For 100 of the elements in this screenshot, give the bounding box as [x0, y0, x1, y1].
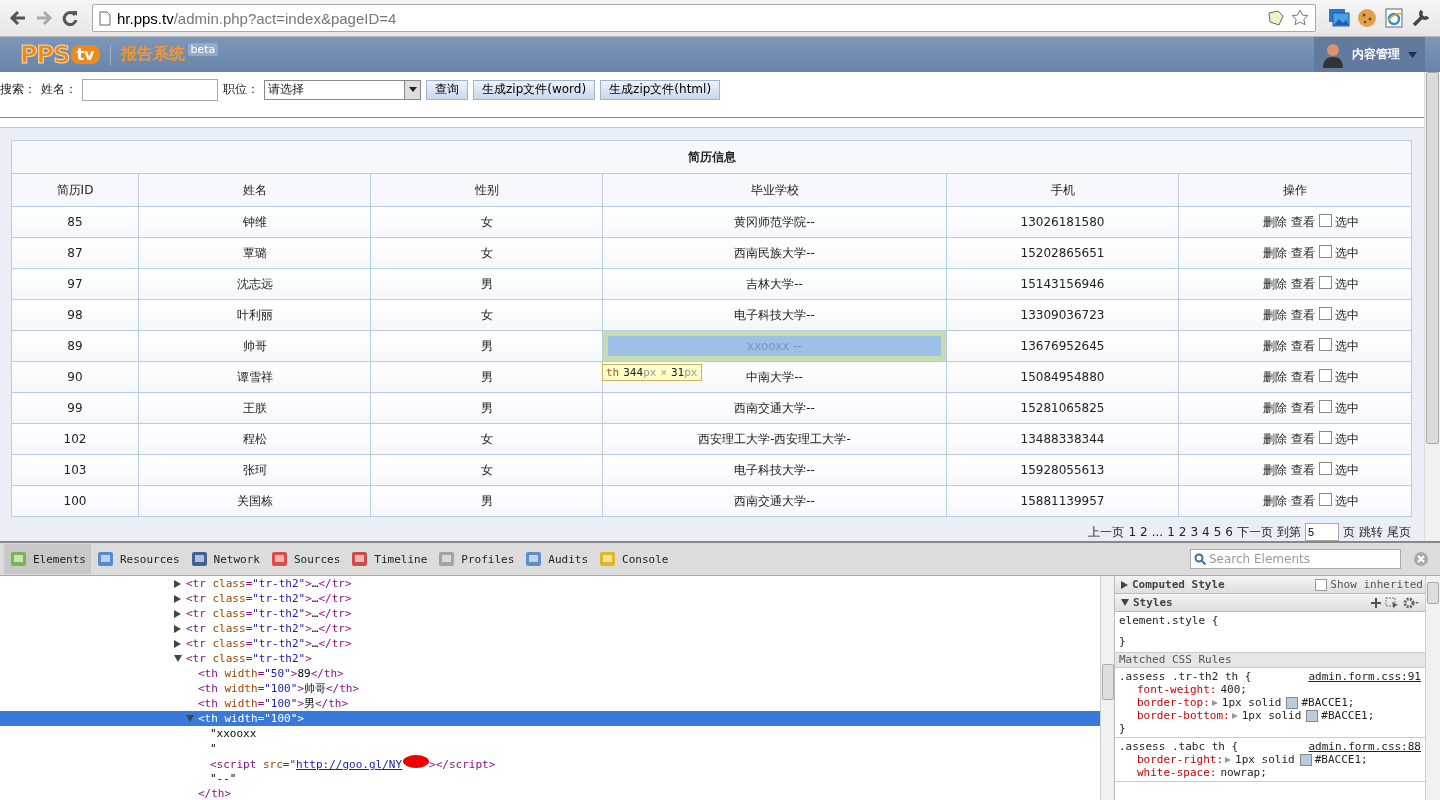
expand-arrow-icon[interactable] [174, 624, 181, 633]
dom-node[interactable]: <tr class="tr-th2">…</tr> [186, 636, 352, 651]
script-link[interactable]: http://goo.gl/NY [296, 758, 403, 771]
devtools-tab[interactable]: Timeline [345, 544, 433, 574]
devtools-tab[interactable]: Sources [264, 544, 346, 574]
expand-arrow-icon[interactable] [1121, 599, 1129, 606]
dom-node[interactable]: <tr class="tr-th2">…</tr> [186, 591, 352, 606]
translate-icon[interactable] [1267, 9, 1285, 27]
row-action-link[interactable]: 查看 [1291, 276, 1315, 291]
color-swatch[interactable] [1306, 709, 1319, 722]
name-field[interactable] [82, 78, 218, 101]
devtools-tab[interactable]: Console [593, 544, 674, 574]
action-button[interactable]: 生成zip文件(word) [473, 79, 596, 100]
dom-node[interactable]: </th> [198, 786, 232, 800]
row-action-link[interactable]: 查看 [1291, 338, 1315, 353]
page-link[interactable]: 2 [1140, 525, 1148, 539]
action-button[interactable]: 生成zip文件(html) [600, 79, 721, 100]
row-action-link[interactable]: 删除 [1263, 338, 1287, 353]
row-action-link[interactable]: 查看 [1291, 400, 1315, 415]
row-action-link[interactable]: 查看 [1291, 431, 1315, 446]
devtools-tab[interactable]: Profiles [432, 544, 520, 574]
dom-node[interactable]: <th width="100">帅哥</th> [198, 681, 360, 696]
select-checkbox[interactable] [1319, 306, 1332, 320]
dom-node[interactable]: <script src="http://goo.gl/NY ></script> [210, 755, 496, 772]
page-link[interactable]: 尾页 [1387, 523, 1411, 541]
select-checkbox[interactable] [1319, 275, 1332, 289]
show-inherited-checkbox[interactable]: Show inherited [1315, 578, 1423, 591]
scrollbar[interactable] [1425, 576, 1440, 800]
row-action-link[interactable]: 查看 [1291, 493, 1315, 508]
select-checkbox[interactable] [1319, 430, 1332, 444]
row-action-link[interactable]: 查看 [1291, 245, 1315, 260]
page-link[interactable]: 4 [1202, 525, 1210, 539]
row-action-link[interactable]: 删除 [1263, 400, 1287, 415]
expand-arrow-icon[interactable] [174, 594, 181, 603]
select-checkbox[interactable] [1319, 461, 1332, 475]
image-icon[interactable] [1328, 8, 1350, 28]
row-action-link[interactable]: 删除 [1263, 462, 1287, 477]
gear-icon[interactable] [1403, 596, 1419, 609]
expand-arrow-icon[interactable] [174, 609, 181, 618]
color-swatch[interactable] [1286, 696, 1299, 709]
dom-node[interactable]: <tr class="tr-th2">…</tr> [186, 606, 352, 621]
row-action-link[interactable]: 查看 [1291, 307, 1315, 322]
dom-node[interactable]: <th width="50">89</th> [198, 666, 344, 681]
wrench-icon[interactable] [1410, 7, 1432, 29]
page-number-field[interactable]: 5 [1305, 523, 1339, 541]
reload-icon[interactable] [60, 8, 80, 28]
row-action-link[interactable]: 查看 [1291, 369, 1315, 384]
page-link[interactable]: 1 [1167, 525, 1175, 539]
user-menu[interactable]: 内容管理 [1314, 37, 1425, 72]
row-action-link[interactable]: 删除 [1263, 493, 1287, 508]
row-action-link[interactable]: 查看 [1291, 214, 1315, 229]
dom-node[interactable]: <tr class="tr-th2">…</tr> [186, 621, 352, 636]
dom-node[interactable]: " [210, 741, 217, 756]
action-button[interactable]: 查询 [426, 79, 468, 100]
dom-node[interactable]: <th width="100">男</th> [198, 696, 349, 711]
dom-node[interactable]: <tr class="tr-th2"> [186, 651, 312, 666]
star-icon[interactable] [1291, 9, 1309, 27]
position-select[interactable]: 请选择 [264, 79, 421, 100]
scrollbar[interactable] [1424, 72, 1440, 541]
select-checkbox[interactable] [1319, 368, 1332, 382]
row-action-link[interactable]: 删除 [1263, 245, 1287, 260]
page-link[interactable]: 1 [1128, 525, 1137, 539]
inspect-icon[interactable] [1385, 596, 1399, 609]
dom-node[interactable]: <tr class="tr-th2">…</tr> [186, 576, 352, 591]
dom-node[interactable]: "xxooxx [210, 726, 257, 741]
source-link[interactable]: admin.form.css:88 [1308, 740, 1421, 753]
page-link[interactable]: 上一页 [1088, 523, 1125, 541]
plus-icon[interactable] [1371, 597, 1381, 608]
expand-arrow-icon[interactable] [174, 579, 181, 588]
back-icon[interactable] [8, 8, 28, 28]
page-link[interactable]: 下一页 [1237, 523, 1273, 541]
select-checkbox[interactable] [1319, 244, 1332, 258]
dom-node[interactable]: <th width="100"> [198, 711, 304, 726]
select-checkbox[interactable] [1319, 492, 1332, 506]
row-action-link[interactable]: 删除 [1263, 307, 1287, 322]
row-action-link[interactable]: 删除 [1263, 369, 1287, 384]
section-title[interactable]: Computed Style [1132, 578, 1312, 591]
color-swatch[interactable] [1299, 753, 1312, 766]
dom-node[interactable]: "--" [210, 771, 237, 786]
devtools-tab[interactable]: Resources [91, 544, 185, 574]
select-checkbox[interactable] [1319, 213, 1332, 227]
page-link[interactable]: 跳转 [1359, 523, 1383, 541]
devtools-tab[interactable]: Elements [4, 544, 91, 574]
devtools-tab[interactable]: Audits [519, 544, 594, 574]
scrollbar[interactable] [1100, 576, 1114, 800]
close-icon[interactable] [1414, 552, 1428, 566]
page-link[interactable]: 2 [1178, 525, 1187, 539]
row-action-link[interactable]: 删除 [1263, 431, 1287, 446]
source-link[interactable]: admin.form.css:91 [1308, 670, 1421, 683]
row-action-link[interactable]: 删除 [1263, 276, 1287, 291]
select-checkbox[interactable] [1319, 337, 1332, 351]
page-link[interactable]: 3 [1190, 525, 1199, 539]
row-action-link[interactable]: 删除 [1263, 214, 1287, 229]
page-link[interactable]: 6 [1225, 525, 1233, 539]
devtools-tab[interactable]: Network [184, 544, 265, 574]
forward-icon[interactable] [34, 8, 54, 28]
select-checkbox[interactable] [1319, 399, 1332, 413]
address-bar[interactable]: hr.pps.tv/admin.php?act=index&pageID=4 [92, 4, 1316, 32]
cookie-icon[interactable] [1356, 7, 1378, 29]
row-action-link[interactable]: 查看 [1291, 462, 1315, 477]
